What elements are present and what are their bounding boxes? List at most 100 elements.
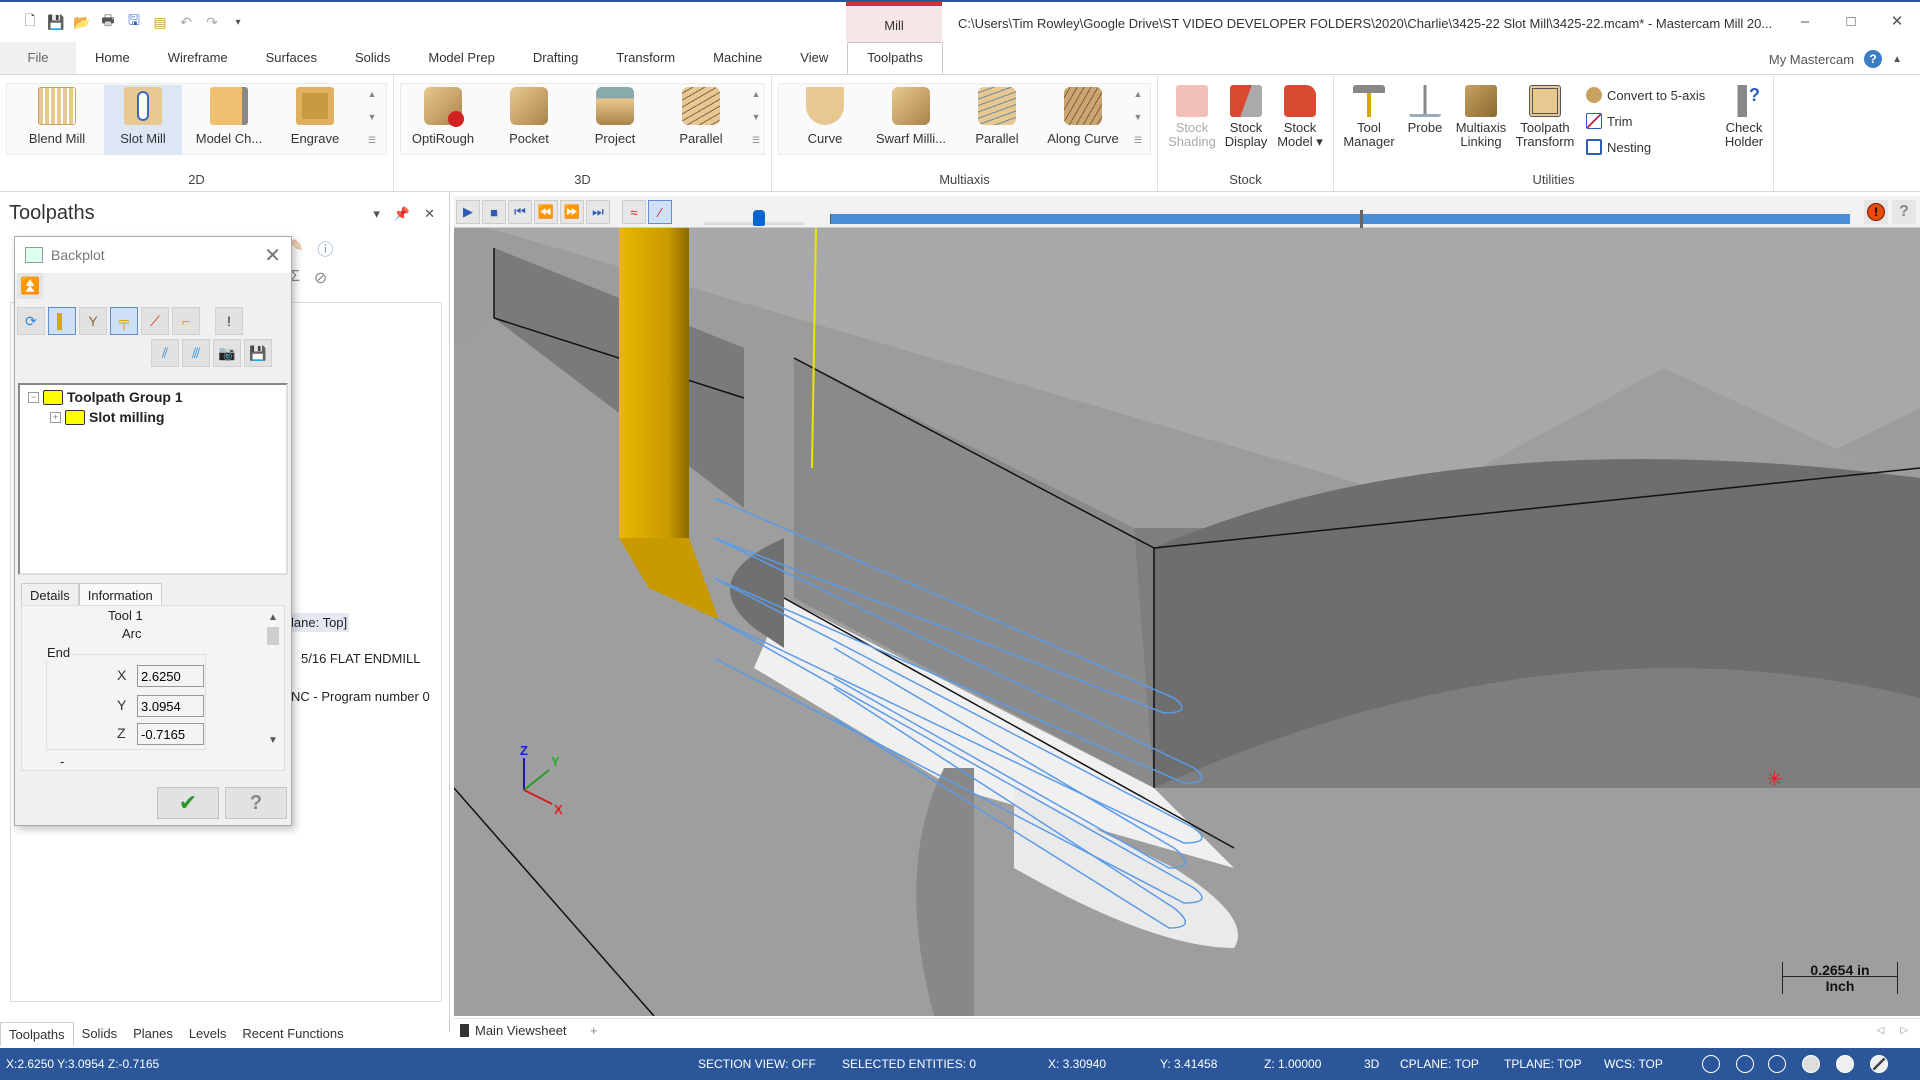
undo-icon[interactable]: ↶ [176,12,196,32]
step-back-button[interactable]: ⏪ [534,200,558,224]
save-icon[interactable]: 💾 [46,12,66,32]
collapse-icon[interactable]: − [28,391,39,403]
new-file-icon[interactable]: 🗋 [20,12,40,32]
shaded-view-icon[interactable] [1802,1055,1820,1073]
playback-position-marker[interactable] [1360,210,1364,228]
section-view-status[interactable]: SECTION VIEW: OFF [698,1057,816,1071]
tab-main-viewsheet[interactable]: Main Viewsheet [460,1023,567,1038]
my-mastercam-link[interactable]: My Mastercam [1769,52,1854,67]
tab-wireframe[interactable]: Wireframe [149,42,247,74]
stock-display-button[interactable]: Stock Display [1220,85,1272,155]
probe-button[interactable]: Probe [1400,85,1450,155]
multiaxis-linking-button[interactable]: Multiaxis Linking [1450,85,1512,155]
minimize-button[interactable]: – [1782,6,1828,36]
hidden-line-view-icon[interactable] [1736,1055,1754,1073]
play-button[interactable]: ▶ [456,200,480,224]
save-as-icon[interactable]: 🖫 [124,12,144,32]
gallery-scroll-multiaxis[interactable]: ▲ ▼ ☰ [1132,89,1144,146]
display-holder-icon[interactable]: Y [79,307,107,335]
show-toolpath-button[interactable]: ≈ [622,200,646,224]
tab-machine[interactable]: Machine [694,42,781,74]
tab-levels-panel[interactable]: Levels [181,1022,235,1046]
scroll-right-icon[interactable]: ▷ [1900,1025,1908,1036]
open-icon[interactable]: 📂 [72,12,92,32]
trim-button[interactable]: Trim [1586,113,1633,129]
step-forward-button[interactable]: ⏩ [560,200,584,224]
shaded-wire-view-icon[interactable] [1768,1055,1786,1073]
graphics-viewport[interactable]: ✳ Z Y X 0.2654 in Inch [454,228,1920,1016]
panel-menu-icon[interactable]: ▾ [373,206,380,222]
expand-icon[interactable]: + [50,411,61,423]
tab-planes-panel[interactable]: Planes [125,1022,181,1046]
end-x-field[interactable] [137,665,204,687]
curve-button[interactable]: Curve [786,85,864,155]
wireframe-view-icon[interactable] [1702,1055,1720,1073]
details-scrollbar[interactable]: ▲ ▼ [266,612,280,762]
tree-node-toolpath-group[interactable]: − Toolpath Group 1 [28,389,183,405]
panel-close-icon[interactable]: ✕ [424,206,435,222]
along-curve-button[interactable]: Along Curve [1044,85,1122,155]
help-icon[interactable]: ? [1864,50,1883,68]
wcs-status[interactable]: WCS: TOP [1604,1057,1663,1071]
go-to-start-button[interactable]: ⏮ [508,200,532,224]
tab-home[interactable]: Home [76,42,149,74]
scroll-thumb[interactable] [267,627,279,645]
parallel-3d-button[interactable]: Parallel [662,85,740,155]
show-all-toolpath-icon[interactable]: ⫻ [182,339,210,367]
add-viewsheet-button[interactable]: + [590,1023,598,1038]
slot-mill-button[interactable]: Slot Mill [104,85,182,155]
verify-icon[interactable]: ⊘ [314,268,327,288]
close-button[interactable]: ✕ [1874,6,1920,36]
engrave-button[interactable]: Engrave [276,85,354,155]
speed-slider-thumb[interactable] [753,210,765,226]
scroll-up-icon[interactable]: ▲ [266,612,280,623]
collapse-ribbon-icon[interactable]: ▲ [1892,54,1902,65]
model-chamfer-button[interactable]: Model Ch... [190,85,268,155]
stock-model-button[interactable]: Stock Model ▾ [1274,85,1326,155]
parallel-multiaxis-button[interactable]: Parallel [958,85,1036,155]
toolpath-transform-button[interactable]: Toolpath Transform [1512,85,1578,155]
tab-solids-panel[interactable]: Solids [74,1022,125,1046]
tool-manager-button[interactable]: Tool Manager [1338,85,1400,155]
cplane-status[interactable]: CPLANE: TOP [1400,1057,1479,1071]
display-tool-icon[interactable]: ▌ [48,307,76,335]
toolpath-loop-icon[interactable]: ⟳ [17,307,45,335]
go-to-end-button[interactable]: ⏭ [586,200,610,224]
shade-verify-icon[interactable]: ⌐ [172,307,200,335]
mode-3d[interactable]: 3D [1364,1057,1379,1071]
convert-to-5-axis-button[interactable]: Convert to 5-axis [1586,87,1705,103]
dialog-close-icon[interactable]: ✕ [264,243,281,268]
playback-progress-bar[interactable] [830,214,1850,224]
nesting-button[interactable]: Nesting [1586,139,1651,155]
tab-view[interactable]: View [781,42,847,74]
tab-model-prep[interactable]: Model Prep [409,42,513,74]
gallery-scroll-2d[interactable]: ▲ ▼ ☰ [366,89,378,146]
cursor-z[interactable]: Z: 1.00000 [1264,1057,1321,1071]
tab-file[interactable]: File [0,42,76,74]
properties-icon[interactable]: ▤ [150,12,170,32]
tab-toolpaths[interactable]: Toolpaths [847,42,943,74]
tree-node-slot-milling[interactable]: + Slot milling [50,409,164,425]
step-toolpath-icon[interactable]: ⫽ [151,339,179,367]
stock-shading-button[interactable]: Stock Shading [1166,85,1218,155]
toolpath-edit-icon[interactable]: ✎ [290,236,303,260]
save-geometry-icon[interactable]: 💾 [244,339,272,367]
info-icon[interactable]: ! [215,307,243,335]
gallery-scroll-3d[interactable]: ▲ ▼ ☰ [750,89,762,146]
project-button[interactable]: Project [576,85,654,155]
display-rapid-icon[interactable]: ╤ [110,307,138,335]
display-entity-endpoints-icon[interactable]: ⟋ [141,307,169,335]
swarf-milling-button[interactable]: Swarf Milli... [872,85,950,155]
playback-help-button[interactable]: ? [1892,200,1916,224]
maximize-button[interactable]: □ [1828,6,1874,36]
tab-drafting[interactable]: Drafting [514,42,598,74]
tab-toolpaths-panel[interactable]: Toolpaths [0,1022,74,1046]
tab-surfaces[interactable]: Surfaces [247,42,336,74]
show-tool-button[interactable]: ⁄ [648,200,672,224]
check-holder-button[interactable]: ? Check Holder [1716,85,1772,155]
tab-solids[interactable]: Solids [336,42,409,74]
optirough-button[interactable]: OptiRough [404,85,482,155]
scroll-left-icon[interactable]: ◁ [1877,1025,1885,1036]
scroll-down-icon[interactable]: ▼ [266,735,280,746]
stop-button[interactable]: ■ [482,200,506,224]
